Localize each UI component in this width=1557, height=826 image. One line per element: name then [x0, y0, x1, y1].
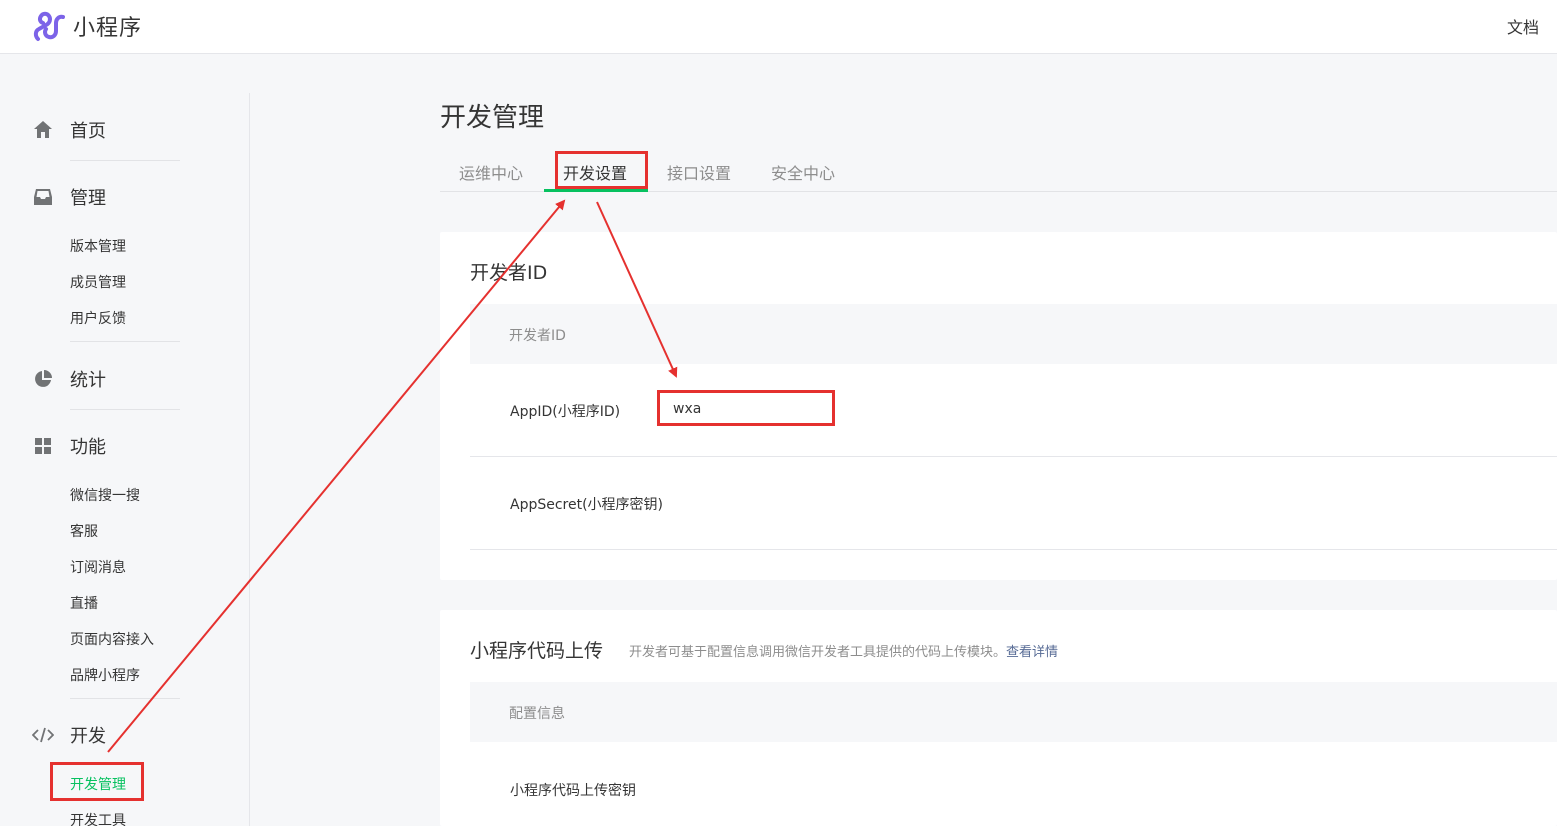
pie-chart-icon: [32, 368, 54, 390]
miniprogram-logo-icon: [33, 11, 65, 41]
sidebar-item-dev[interactable]: 开发: [32, 722, 106, 748]
developer-id-card: 开发者ID 开发者ID AppID(小程序ID) wxa AppSecret(小…: [440, 232, 1557, 580]
sidebar-item-subscribe-message[interactable]: 订阅消息: [70, 557, 126, 577]
card-description-text: 开发者可基于配置信息调用微信开发者工具提供的代码上传模块。: [629, 645, 1007, 660]
sidebar-item-members[interactable]: 成员管理: [70, 272, 126, 292]
table-header-label: 开发者ID: [509, 328, 566, 344]
tab-ops-center[interactable]: 运维中心: [459, 160, 523, 184]
sidebar-item-home[interactable]: 首页: [32, 117, 106, 143]
sidebar-separator: [70, 160, 180, 161]
code-upload-card: 小程序代码上传 开发者可基于配置信息调用微信开发者工具提供的代码上传模块。查看详…: [440, 610, 1557, 826]
docs-link[interactable]: 文档: [1507, 14, 1539, 38]
tab-dev-settings[interactable]: 开发设置: [563, 160, 627, 184]
sidebar-separator: [70, 409, 180, 410]
sidebar-item-version[interactable]: 版本管理: [70, 236, 126, 256]
page-title: 开发管理: [440, 103, 545, 133]
sidebar-label-home: 首页: [70, 121, 106, 142]
sidebar-item-stats[interactable]: 统计: [32, 366, 106, 392]
card-title: 开发者ID: [470, 262, 548, 284]
sidebar-divider: [249, 93, 250, 826]
sidebar-item-page-content[interactable]: 页面内容接入: [70, 629, 154, 649]
app-logo[interactable]: 小程序: [32, 9, 142, 43]
sidebar-item-dev-manage[interactable]: 开发管理: [70, 774, 126, 794]
appid-label: AppID(小程序ID): [510, 404, 621, 420]
tab-api-settings[interactable]: 接口设置: [667, 160, 731, 184]
sidebar-item-feedback[interactable]: 用户反馈: [70, 308, 126, 328]
table-header: 配置信息: [470, 682, 1557, 742]
code-icon: [32, 724, 54, 746]
upload-key-label: 小程序代码上传密钥: [510, 783, 636, 799]
sidebar-item-brand-miniprogram[interactable]: 品牌小程序: [70, 665, 140, 685]
sidebar-label-features: 功能: [70, 437, 106, 458]
sidebar-item-dev-tools[interactable]: 开发工具: [70, 810, 126, 826]
card-title: 小程序代码上传: [470, 640, 604, 662]
tab-security-center[interactable]: 安全中心: [771, 160, 835, 184]
sidebar-item-manage[interactable]: 管理: [32, 184, 106, 210]
sidebar-item-customer-service[interactable]: 客服: [70, 521, 98, 541]
sidebar-item-features[interactable]: 功能: [32, 433, 106, 459]
view-details-link[interactable]: 查看详情: [1006, 645, 1058, 660]
inbox-icon: [32, 186, 54, 208]
sidebar-label-manage: 管理: [70, 188, 106, 209]
table-header-label: 配置信息: [509, 706, 565, 722]
appid-value[interactable]: wxa: [673, 401, 701, 417]
row-divider: [470, 549, 1557, 550]
table-header: 开发者ID: [470, 304, 1557, 364]
card-description: 开发者可基于配置信息调用微信开发者工具提供的代码上传模块。查看详情: [629, 641, 1058, 660]
sidebar-label-dev: 开发: [70, 726, 106, 747]
grid-icon: [32, 435, 54, 457]
sidebar-item-live[interactable]: 直播: [70, 593, 98, 613]
sidebar-item-wechat-search[interactable]: 微信搜一搜: [70, 485, 140, 505]
row-divider: [470, 456, 1557, 457]
sidebar-separator: [70, 341, 180, 342]
sidebar-label-stats: 统计: [70, 370, 106, 391]
active-tab-indicator: [544, 189, 648, 192]
app-name: 小程序: [73, 16, 143, 41]
top-bar: 小程序 文档: [0, 0, 1557, 54]
sidebar-separator: [70, 698, 180, 699]
tab-bar: 运维中心 开发设置 接口设置 安全中心: [440, 150, 1557, 192]
appsecret-label: AppSecret(小程序密钥): [510, 497, 664, 513]
home-icon: [32, 119, 54, 141]
